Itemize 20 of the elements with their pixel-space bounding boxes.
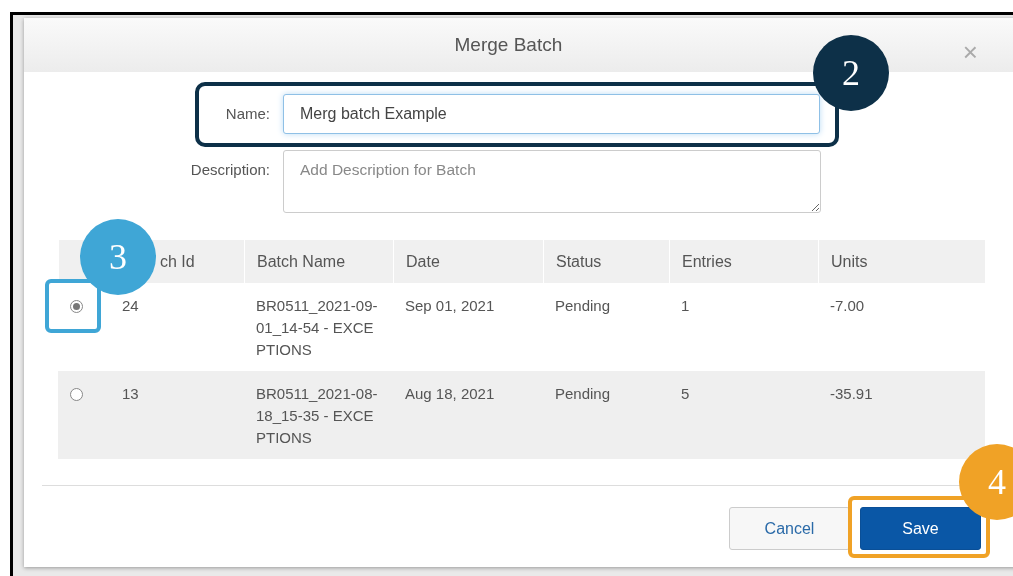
table-cell: 5 xyxy=(669,371,818,459)
description-field[interactable]: Add Description for Batch xyxy=(283,150,821,213)
name-field[interactable]: Merg batch Example xyxy=(283,94,820,134)
name-label: Name: xyxy=(224,104,270,124)
cancel-button[interactable]: Cancel xyxy=(729,507,850,550)
column-header: Date xyxy=(393,240,543,283)
table-cell: Pending xyxy=(543,371,669,459)
radio-button[interactable] xyxy=(70,388,83,401)
description-label: Description: xyxy=(189,160,270,180)
dialog-title: Merge Batch xyxy=(453,34,564,56)
column-header: Entries xyxy=(669,240,818,283)
table-cell: -35.91 xyxy=(818,371,985,459)
column-header: Units xyxy=(818,240,985,283)
radio-button[interactable] xyxy=(70,300,83,313)
table-cell: 13 xyxy=(110,371,244,459)
save-button[interactable]: Save xyxy=(860,507,981,550)
table-cell: BR0511_2021-08-18_15-35 - EXCEPTIONS xyxy=(244,371,393,459)
column-header: Batch Name xyxy=(244,240,393,283)
table-cell: Aug 18, 2021 xyxy=(393,371,543,459)
column-header: Status xyxy=(543,240,669,283)
